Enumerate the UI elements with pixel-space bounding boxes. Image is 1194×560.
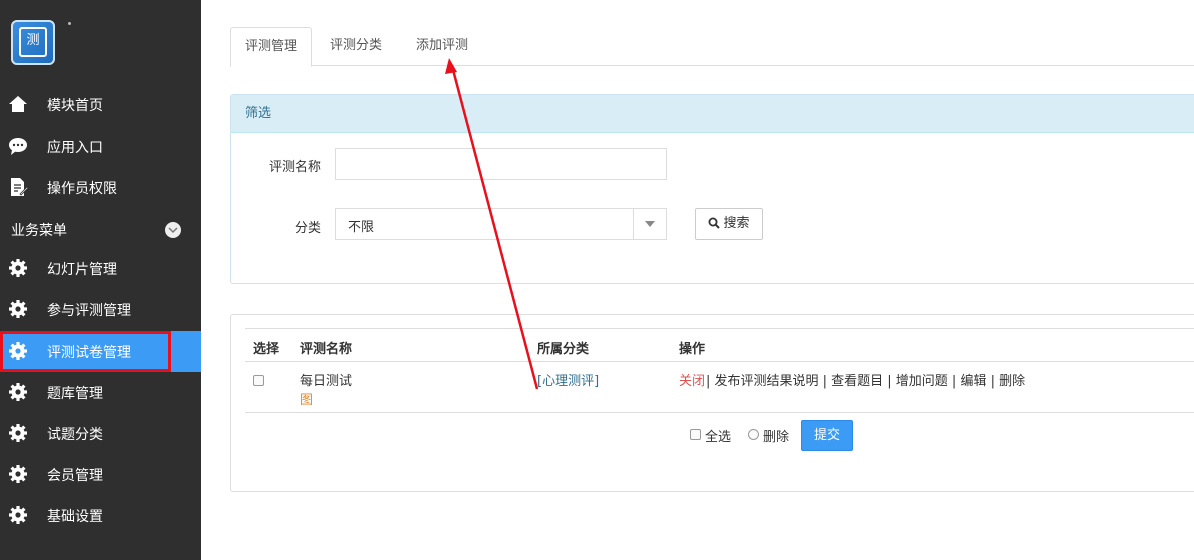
tab-add-evaluation[interactable]: 添加评测 xyxy=(402,27,482,66)
nav-item-question-bank[interactable]: 题库管理 xyxy=(0,372,201,413)
select-all-checkbox[interactable] xyxy=(690,429,701,440)
nav-item-question-category[interactable]: 试题分类 xyxy=(0,413,201,454)
sidebar: 测 模块首页 应用入口 操作员权限 业务菜单 幻灯片管理 参与评测管理 评测试卷… xyxy=(0,0,201,560)
row-close-link[interactable]: 关闭 xyxy=(679,370,705,389)
caret-down-icon[interactable] xyxy=(633,209,666,239)
name-label: 评测名称 xyxy=(268,160,321,175)
nav-label: 应用入口 xyxy=(47,140,103,156)
gear-icon xyxy=(9,465,27,483)
tab-bar: 评测管理 评测分类 添加评测 xyxy=(230,27,1194,67)
section-title-business: 业务菜单 xyxy=(11,223,67,239)
nav-label: 题库管理 xyxy=(47,386,103,402)
category-selected-value: 不限 xyxy=(348,220,375,235)
gear-icon xyxy=(9,300,27,318)
app-logo[interactable]: 测 xyxy=(11,20,55,65)
filter-panel-heading: 筛选 xyxy=(231,95,1194,133)
gear-icon xyxy=(9,506,27,524)
row-category-link[interactable]: [心理测评] xyxy=(537,370,599,389)
nav-item-members[interactable]: 会员管理 xyxy=(0,454,201,495)
logo-dot xyxy=(68,22,71,25)
nav-label: 参与评测管理 xyxy=(47,303,131,319)
nav-label: 操作员权限 xyxy=(47,181,117,197)
row-action-links[interactable]: | 发布评测结果说明 | 查看题目 | 增加问题 | 编辑 | 删除 xyxy=(706,370,1025,389)
search-icon xyxy=(708,217,721,229)
col-category: 所属分类 xyxy=(537,342,590,357)
nav-label: 会员管理 xyxy=(47,468,103,484)
table-header: 选择 评测名称 所属分类 操作 xyxy=(245,328,1194,362)
name-input[interactable] xyxy=(335,148,667,180)
nav-item-test-papers[interactable]: 评测试卷管理 xyxy=(0,331,201,372)
gear-icon xyxy=(9,259,27,277)
chat-icon xyxy=(9,138,27,155)
row-image-badge[interactable]: 图 xyxy=(300,389,313,408)
search-button-label: 搜索 xyxy=(723,216,750,231)
col-name: 评测名称 xyxy=(300,342,353,357)
select-all-label: 全选 xyxy=(705,430,732,445)
nav-label: 试题分类 xyxy=(47,427,103,443)
delete-radio[interactable] xyxy=(748,429,759,440)
row-name[interactable]: 每日测试 xyxy=(300,370,352,389)
nav-label: 评测试卷管理 xyxy=(47,345,131,361)
nav-item-slides[interactable]: 幻灯片管理 xyxy=(0,248,201,289)
chevron-down-icon[interactable] xyxy=(165,222,181,238)
delete-label: 删除 xyxy=(763,430,790,445)
nav-item-home[interactable]: 模块首页 xyxy=(0,84,201,125)
tab-evaluation-management[interactable]: 评测管理 xyxy=(230,27,313,67)
submit-button[interactable]: 提交 xyxy=(801,420,853,451)
nav-item-participation[interactable]: 参与评测管理 xyxy=(0,289,201,330)
nav-label: 幻灯片管理 xyxy=(47,262,117,278)
gear-icon xyxy=(9,383,27,401)
home-icon xyxy=(9,96,27,112)
nav-label: 模块首页 xyxy=(47,98,103,114)
col-select: 选择 xyxy=(253,342,280,357)
category-label: 分类 xyxy=(294,221,321,236)
search-button[interactable]: 搜索 xyxy=(695,208,763,240)
gear-icon xyxy=(9,424,27,442)
tab-evaluation-category[interactable]: 评测分类 xyxy=(316,27,396,66)
nav-item-app-entry[interactable]: 应用入口 xyxy=(0,126,201,167)
filter-panel: 筛选 评测名称 分类 不限 搜索 xyxy=(230,94,1194,284)
edit-doc-icon xyxy=(11,178,28,196)
nav-item-operator-permissions[interactable]: 操作员权限 xyxy=(0,167,201,208)
table-row: 每日测试 图 [心理测评] 关闭 | 发布评测结果说明 | 查看题目 | 增加问… xyxy=(245,362,1194,413)
category-select[interactable]: 不限 xyxy=(335,208,667,240)
row-checkbox[interactable] xyxy=(253,375,264,386)
nav-item-basic-settings[interactable]: 基础设置 xyxy=(0,495,201,536)
col-actions: 操作 xyxy=(679,342,706,357)
gear-icon xyxy=(9,342,27,360)
results-panel: 选择 评测名称 所属分类 操作 每日测试 图 [心理测评] 关闭 | 发布评测结… xyxy=(230,314,1194,492)
nav-label: 基础设置 xyxy=(47,509,103,525)
logo-char: 测 xyxy=(19,27,47,57)
